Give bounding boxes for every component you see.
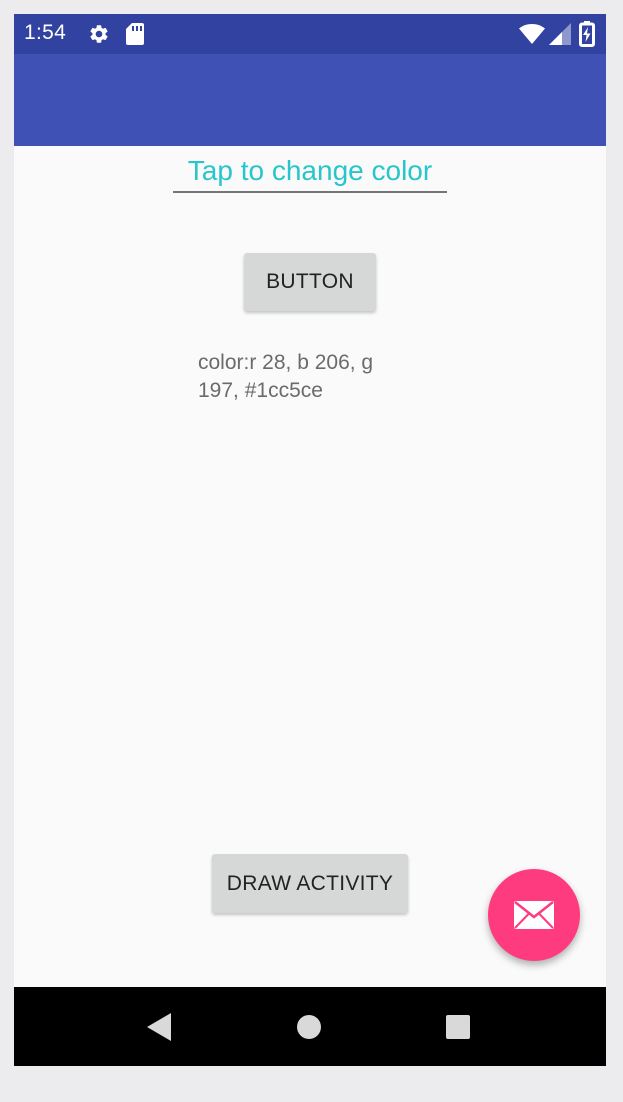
sd-card-icon — [126, 23, 144, 45]
signal-icon — [549, 23, 571, 45]
status-time: 1:54 — [24, 21, 67, 44]
battery-charging-icon — [579, 21, 595, 47]
wifi-icon — [519, 24, 545, 44]
device-screen: 1:54 BUTTON color:r 28, b 206, g 197, #1… — [14, 14, 606, 1066]
color-info-text: color:r 28, b 206, g 197, #1cc5ce — [198, 351, 374, 402]
home-icon[interactable] — [297, 1015, 321, 1039]
back-icon[interactable] — [147, 1013, 173, 1041]
app-bar — [14, 54, 606, 146]
color-input[interactable] — [173, 151, 447, 193]
mail-icon — [514, 901, 554, 929]
main-button[interactable]: BUTTON — [244, 253, 376, 311]
recents-icon[interactable] — [446, 1015, 470, 1039]
mail-fab-button[interactable] — [488, 869, 580, 961]
navigation-bar — [14, 987, 606, 1066]
gear-icon — [90, 25, 108, 43]
status-bar: 1:54 — [14, 14, 606, 54]
draw-activity-button[interactable]: DRAW ACTIVITY — [212, 854, 408, 913]
